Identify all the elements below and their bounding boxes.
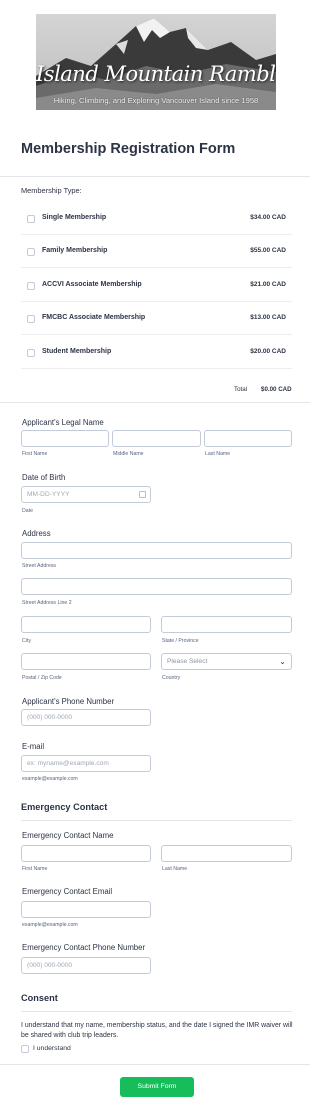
street-address-line2-input[interactable] xyxy=(21,578,292,595)
product-row[interactable]: FMCBC Associate Membership $13.00 CAD xyxy=(21,302,292,335)
product-checkbox[interactable] xyxy=(27,282,35,290)
emergency-email-sublabel: example@example.com xyxy=(22,922,78,928)
form-title: Membership Registration Form xyxy=(21,141,236,157)
consent-text: I understand that my name, membership st… xyxy=(21,1022,293,1039)
address-label: Address xyxy=(22,529,51,538)
consent-checkbox-label[interactable]: I understand xyxy=(33,1045,71,1052)
total-label: Total xyxy=(234,386,248,393)
city-sublabel: City xyxy=(22,638,31,644)
country-placeholder: Please Select xyxy=(167,658,208,665)
total-value: $0.00 CAD xyxy=(261,386,292,393)
middle-name-sublabel: Middle Name xyxy=(113,451,144,457)
last-name-sublabel: Last Name xyxy=(205,451,231,457)
header-divider xyxy=(0,176,310,177)
street-address-sublabel: Street Address xyxy=(22,563,57,569)
club-tagline: Hiking, Climbing, and Exploring Vancouve… xyxy=(53,96,259,105)
emergency-phone-input[interactable]: (000) 000-0000 xyxy=(21,957,151,974)
last-name-input[interactable] xyxy=(204,430,292,447)
postal-code-input[interactable] xyxy=(21,653,151,670)
emergency-first-name-sublabel: First Name xyxy=(22,866,48,872)
email-input[interactable]: ex: myname@example.com xyxy=(21,755,151,772)
product-name: Family Membership xyxy=(42,247,108,254)
section-divider xyxy=(21,1011,292,1012)
product-row[interactable]: Family Membership $55.00 CAD xyxy=(21,235,292,268)
emergency-last-name-sublabel: Last Name xyxy=(162,866,188,872)
header-banner-image: Island Mountain Ramblers Hiking, Climbin… xyxy=(36,14,276,110)
email-label: E-mail xyxy=(22,742,45,751)
emergency-email-input[interactable] xyxy=(21,901,151,918)
product-row[interactable]: Single Membership $34.00 CAD xyxy=(21,202,292,235)
emergency-name-label: Emergency Contact Name xyxy=(22,831,114,840)
applicant-name-label: Applicant's Legal Name xyxy=(22,418,104,427)
consent-heading: Consent xyxy=(21,993,58,1003)
country-select[interactable]: Please Select ⌄ xyxy=(161,653,292,670)
product-row[interactable]: ACCVI Associate Membership $21.00 CAD xyxy=(21,269,292,302)
country-sublabel: Country xyxy=(162,675,181,681)
product-price: $34.00 CAD xyxy=(250,214,286,221)
product-row[interactable]: Student Membership $20.00 CAD xyxy=(21,336,292,369)
product-price: $13.00 CAD xyxy=(250,314,286,321)
section-divider xyxy=(21,820,292,821)
emergency-phone-placeholder: (000) 000-0000 xyxy=(27,962,73,969)
product-checkbox[interactable] xyxy=(27,315,35,323)
state-province-sublabel: State / Province xyxy=(162,638,199,644)
phone-input[interactable]: (000) 000-0000 xyxy=(21,709,151,726)
calendar-icon[interactable] xyxy=(139,491,146,498)
product-name: FMCBC Associate Membership xyxy=(42,314,146,321)
emergency-phone-label: Emergency Contact Phone Number xyxy=(22,943,146,952)
street-address-input[interactable] xyxy=(21,542,292,559)
product-name: Single Membership xyxy=(42,214,107,221)
dob-sublabel: Date xyxy=(22,508,33,514)
chevron-down-icon: ⌄ xyxy=(279,657,286,666)
phone-placeholder: (000) 000-0000 xyxy=(27,714,73,721)
email-sublabel: example@example.com xyxy=(22,776,78,782)
product-checkbox[interactable] xyxy=(27,215,35,223)
row-divider xyxy=(21,334,292,335)
emergency-contact-heading: Emergency Contact xyxy=(21,802,108,812)
section-divider xyxy=(0,402,310,403)
product-price: $20.00 CAD xyxy=(250,348,286,355)
product-price: $55.00 CAD xyxy=(250,247,286,254)
first-name-sublabel: First Name xyxy=(22,451,48,457)
street-address-line2-sublabel: Street Address Line 2 xyxy=(22,600,72,606)
row-divider xyxy=(21,368,292,369)
product-checkbox[interactable] xyxy=(27,248,35,256)
first-name-input[interactable] xyxy=(21,430,109,447)
membership-type-label: Membership Type: xyxy=(21,186,82,195)
emergency-email-label: Emergency Contact Email xyxy=(22,887,113,896)
email-placeholder: ex: myname@example.com xyxy=(27,760,109,767)
consent-checkbox[interactable] xyxy=(21,1045,29,1053)
dob-label: Date of Birth xyxy=(22,473,66,482)
postal-code-sublabel: Postal / Zip Code xyxy=(22,675,62,681)
emergency-first-name-input[interactable] xyxy=(21,845,151,862)
club-name-title: Island Mountain Ramblers xyxy=(36,62,276,86)
phone-label: Applicant's Phone Number xyxy=(22,697,115,706)
middle-name-input[interactable] xyxy=(112,430,201,447)
dob-placeholder: MM-DD-YYYY xyxy=(27,491,70,498)
product-name: ACCVI Associate Membership xyxy=(42,281,142,288)
row-divider xyxy=(21,267,292,268)
product-name: Student Membership xyxy=(42,348,112,355)
date-of-birth-input[interactable]: MM-DD-YYYY xyxy=(21,486,151,503)
product-price: $21.00 CAD xyxy=(250,281,286,288)
submit-button[interactable]: Submit Form xyxy=(120,1077,194,1097)
state-province-input[interactable] xyxy=(161,616,292,633)
emergency-last-name-input[interactable] xyxy=(161,845,292,862)
product-checkbox[interactable] xyxy=(27,349,35,357)
footer-divider xyxy=(0,1064,310,1065)
city-input[interactable] xyxy=(21,616,151,633)
